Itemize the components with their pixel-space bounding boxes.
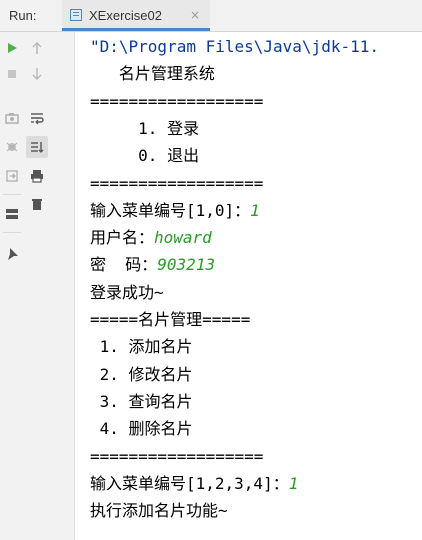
console-text: 4. 删除名片	[90, 419, 193, 439]
user-input-text: 1	[250, 200, 260, 220]
console-text: ==================	[90, 446, 264, 466]
console-line: ==================	[90, 446, 263, 468]
run-toolbar-primary	[0, 32, 24, 540]
pin-icon[interactable]	[2, 244, 22, 264]
toolbar-separator	[3, 232, 21, 233]
console-line: 输入菜单编号[1,0]：1	[90, 200, 260, 222]
console-line: 1. 添加名片	[90, 336, 193, 358]
stop-icon[interactable]	[2, 64, 22, 84]
console-line: 1. 登录	[90, 118, 199, 140]
console-text: 密 码：	[90, 255, 158, 275]
console-line: 名片管理系统	[90, 63, 215, 85]
console-line: "D:\Program Files\Java\jdk-11.	[90, 36, 379, 58]
console-line: 密 码：903213	[90, 254, 215, 276]
console-line: ==================	[90, 91, 263, 113]
camera-icon[interactable]	[2, 108, 22, 128]
console-text: 执行添加名片功能~	[90, 501, 228, 521]
close-tab-icon[interactable]: ×	[190, 8, 200, 22]
console-text: 1. 登录	[90, 118, 200, 138]
console-line: 输入菜单编号[1,2,3,4]：1	[90, 473, 298, 495]
debug-icon[interactable]	[2, 136, 22, 156]
tab-label: XExercise02	[89, 8, 162, 23]
console-line: 0. 退出	[90, 145, 199, 167]
console-text: 登录成功~	[90, 282, 164, 302]
print-icon[interactable]	[27, 166, 47, 186]
console-line: 登录成功~	[90, 282, 164, 304]
console-text: 用户名：	[90, 228, 155, 248]
console-text: 3. 查询名片	[90, 391, 193, 411]
console-text: 0. 退出	[90, 146, 200, 166]
run-label: Run:	[9, 8, 37, 23]
down-arrow-icon[interactable]	[27, 64, 47, 84]
trash-icon[interactable]	[27, 194, 47, 214]
console-tab-icon	[70, 9, 82, 21]
scroll-to-end-icon[interactable]	[26, 136, 48, 158]
layout-icon[interactable]	[2, 204, 22, 224]
console-output[interactable]: "D:\Program Files\Java\jdk-11. 名片管理系统 ===…	[76, 32, 422, 540]
rerun-icon[interactable]	[2, 38, 22, 58]
console-text: ==================	[90, 91, 264, 111]
user-input-text: 1	[288, 473, 299, 493]
console-text: 2. 修改名片	[90, 364, 193, 384]
console-text: =====名片管理=====	[90, 310, 251, 329]
run-tab-bar: Run: XExercise02 ×	[0, 0, 422, 32]
console-line: ==================	[90, 173, 263, 195]
console-text: 输入菜单编号[1,0]：	[90, 200, 251, 220]
console-line: 3. 查询名片	[90, 391, 193, 413]
up-arrow-icon[interactable]	[27, 38, 47, 58]
user-input-text: howard	[154, 228, 212, 248]
user-input-text: 903213	[157, 255, 216, 275]
console-line: 4. 删除名片	[90, 418, 193, 440]
command-path-text: "D:\Program Files\Java\jdk-11.	[90, 37, 379, 56]
console-text: 输入菜单编号[1,2,3,4]：	[90, 473, 289, 493]
console-text: 1. 添加名片	[90, 337, 193, 357]
console-text: ==================	[90, 173, 264, 193]
soft-wrap-icon[interactable]	[27, 108, 47, 128]
run-toolbar-secondary	[24, 32, 75, 540]
active-tab-indicator	[62, 28, 210, 31]
console-line: 用户名：howard	[90, 227, 212, 249]
exit-icon[interactable]	[2, 166, 22, 186]
toolbar-separator	[3, 194, 21, 195]
console-line: =====名片管理=====	[90, 309, 250, 331]
console-text: 名片管理系统	[90, 64, 215, 84]
console-line: 2. 修改名片	[90, 364, 193, 386]
console-line: 执行添加名片功能~	[90, 500, 228, 522]
tab-xexercise02[interactable]: XExercise02 ×	[62, 0, 210, 31]
